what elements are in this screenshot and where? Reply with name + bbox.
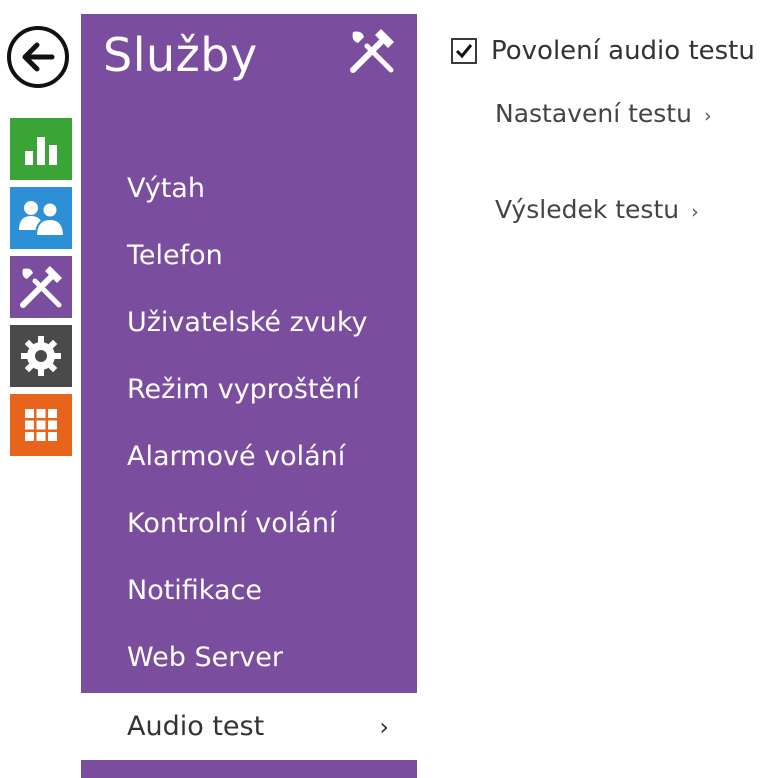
menu-item-web-server[interactable]: Web Server [81,624,417,691]
menu-item-vytah[interactable]: Výtah [81,155,417,222]
menu-item-audio-test[interactable]: Audio test › [81,693,417,760]
audio-test-enable-label: Povolení audio testu [491,36,755,66]
menu-item-alarmove-volani[interactable]: Alarmové volání [81,423,417,490]
menu-item-label: Kontrolní volání [127,508,337,539]
audio-test-checkbox[interactable] [451,38,477,64]
tools-icon [350,29,394,73]
menu-item-label: Notifikace [127,575,262,606]
chevron-right-icon: › [691,201,699,223]
rail-directory-button[interactable] [10,187,72,249]
stage: Služby Výtah Telefon Uživatelské zvuky R… [0,0,760,778]
back-button[interactable] [7,26,69,88]
menu-title: Služby [103,28,258,82]
menu-item-rezim-vyprosteni[interactable]: Režim vyproštění [81,356,417,423]
menu-item-kontrolni-volani[interactable]: Kontrolní volání [81,490,417,557]
services-menu: Služby Výtah Telefon Uživatelské zvuky R… [81,14,417,778]
test-settings-label: Nastavení testu [495,99,692,128]
menu-item-label: Uživatelské zvuky [127,307,368,338]
menu-item-label: Výtah [127,173,205,204]
rail-hardware-button[interactable] [10,394,72,456]
test-settings-link[interactable]: Nastavení testu › [495,99,712,128]
test-result-link[interactable]: Výsledek testu › [495,195,699,224]
back-arrow-icon [22,42,55,72]
menu-item-uzivatelske-zvuky[interactable]: Uživatelské zvuky [81,289,417,356]
menu-item-label: Web Server [127,642,283,673]
menu-item-label: Režim vyproštění [127,374,360,405]
rail-services-button[interactable] [10,256,72,318]
chevron-right-icon: › [379,712,389,741]
services-icon [20,266,62,308]
menu-item-label: Alarmové volání [127,441,346,472]
menu-item-label: Audio test [127,711,265,742]
menu-item-telefon[interactable]: Telefon [81,222,417,289]
rail-status-button[interactable] [10,118,72,180]
directory-icon [19,201,66,237]
test-result-label: Výsledek testu [495,195,680,224]
rail-system-button[interactable] [10,325,72,387]
hardware-icon [25,409,57,441]
menu-item-notifikace[interactable]: Notifikace [81,557,417,624]
menu-item-label: Telefon [127,240,223,271]
system-icon [21,336,61,376]
status-icon [25,137,57,165]
audio-test-enable-toggle[interactable]: Povolení audio testu [451,36,755,66]
checkmark-icon [455,44,473,59]
chevron-right-icon: › [703,105,712,127]
